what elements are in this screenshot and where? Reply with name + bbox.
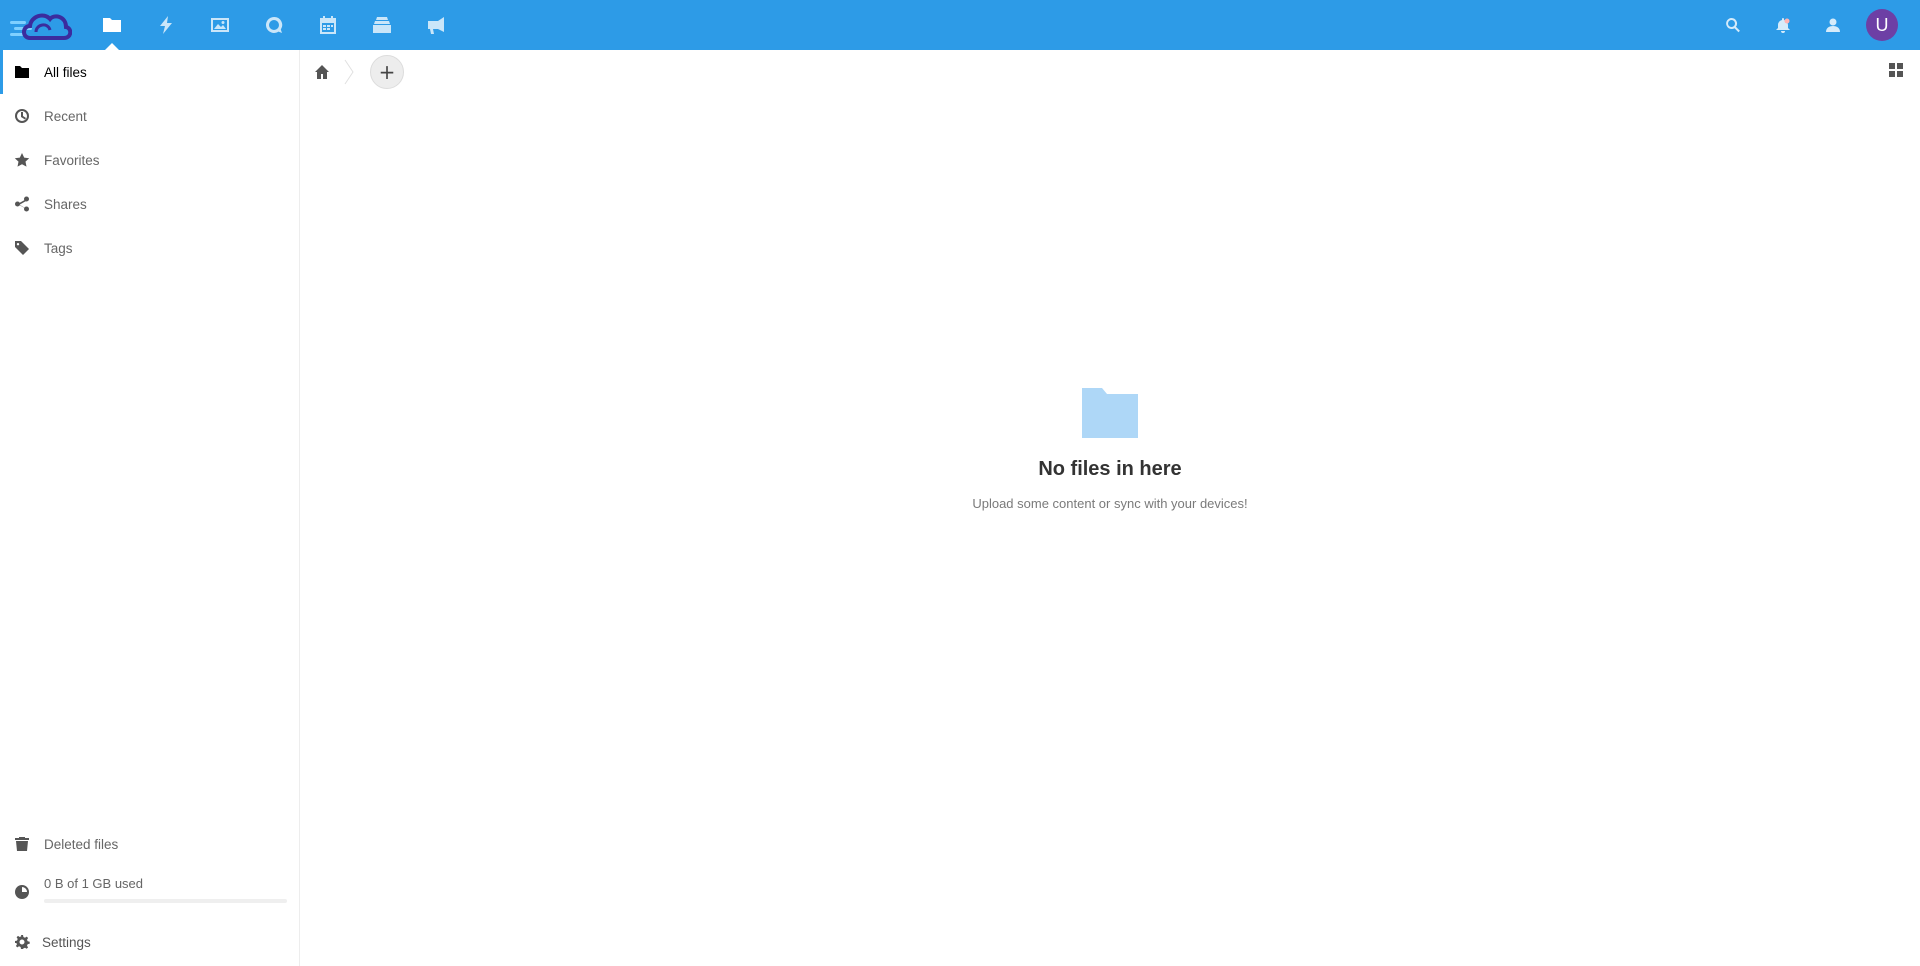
- sidebar-item-deleted-files[interactable]: Deleted files: [0, 822, 299, 866]
- contacts-button[interactable]: [1808, 0, 1858, 50]
- sidebar-footer: Deleted files 0 B of 1 GB used Settings: [0, 822, 299, 966]
- stack-icon: [373, 17, 391, 33]
- home-icon: [315, 65, 329, 79]
- breadcrumb-separator: [344, 50, 354, 94]
- contacts-icon: [1826, 18, 1840, 32]
- app-announcements[interactable]: [409, 0, 463, 50]
- storage-quota: 0 B of 1 GB used: [0, 866, 299, 918]
- sidebar-item-recent[interactable]: Recent: [0, 94, 299, 138]
- app-navigation: [85, 0, 463, 50]
- notifications-bell-icon: [1776, 18, 1790, 33]
- app-calendar[interactable]: [301, 0, 355, 50]
- grid-view-icon: [1889, 63, 1903, 77]
- sidebar-item-label: Favorites: [44, 152, 100, 168]
- search-icon: [1726, 18, 1740, 33]
- gear-icon: [15, 935, 30, 949]
- app-activity[interactable]: [139, 0, 193, 50]
- clock-icon: [15, 109, 29, 123]
- view-toggle-button[interactable]: [1888, 62, 1906, 80]
- settings-button[interactable]: Settings: [0, 918, 299, 966]
- sidebar-item-shares[interactable]: Shares: [0, 182, 299, 226]
- share-icon: [15, 196, 29, 212]
- breadcrumb-home[interactable]: [300, 50, 344, 94]
- quota-info: 0 B of 1 GB used: [44, 874, 287, 903]
- quota-text: 0 B of 1 GB used: [44, 876, 144, 891]
- top-header: U: [0, 0, 1920, 50]
- new-file-button[interactable]: +: [370, 55, 404, 89]
- deleted-files-label: Deleted files: [44, 836, 119, 852]
- nextcloud-logo[interactable]: [10, 8, 72, 42]
- sidebar-item-label: Recent: [44, 108, 87, 124]
- avatar[interactable]: U: [1866, 9, 1898, 41]
- sidebar-item-label: Shares: [44, 196, 87, 212]
- star-icon: [14, 153, 30, 167]
- app-photos[interactable]: [193, 0, 247, 50]
- trash-icon: [15, 837, 29, 851]
- app-deck[interactable]: [355, 0, 409, 50]
- folder-icon: [1082, 388, 1138, 438]
- search-button[interactable]: [1708, 0, 1758, 50]
- app-talk[interactable]: [247, 0, 301, 50]
- sidebar-item-tags[interactable]: Tags: [0, 226, 299, 270]
- settings-label: Settings: [42, 934, 91, 950]
- lightning-icon: [160, 16, 172, 34]
- app-files[interactable]: [85, 0, 139, 50]
- sidebar: All files Recent Favorites Shares Tags D…: [0, 50, 300, 966]
- notifications-button[interactable]: [1758, 0, 1808, 50]
- empty-state: No files in here Upload some content or …: [300, 386, 1920, 511]
- sidebar-item-favorites[interactable]: Favorites: [0, 138, 299, 182]
- empty-title: No files in here: [1038, 458, 1182, 480]
- chat-bubble-icon: [265, 16, 283, 33]
- sidebar-item-label: Tags: [44, 240, 73, 256]
- tag-icon: [15, 241, 29, 255]
- header-right: U: [1708, 0, 1920, 50]
- chevron-right-icon: [344, 59, 354, 85]
- empty-subtitle: Upload some content or sync with your de…: [972, 496, 1248, 511]
- pie-chart-icon: [15, 885, 29, 899]
- breadcrumb: +: [300, 50, 404, 94]
- sidebar-item-label: All files: [44, 64, 87, 80]
- main-content: + No files in here Upload some content o…: [300, 50, 1920, 966]
- calendar-icon: [320, 16, 336, 34]
- sidebar-item-all-files[interactable]: All files: [0, 50, 299, 94]
- megaphone-icon: [428, 17, 444, 34]
- folder-icon: [103, 18, 121, 32]
- quota-progress-bar: [44, 899, 287, 903]
- folder-icon: [15, 66, 29, 78]
- image-icon: [211, 18, 229, 32]
